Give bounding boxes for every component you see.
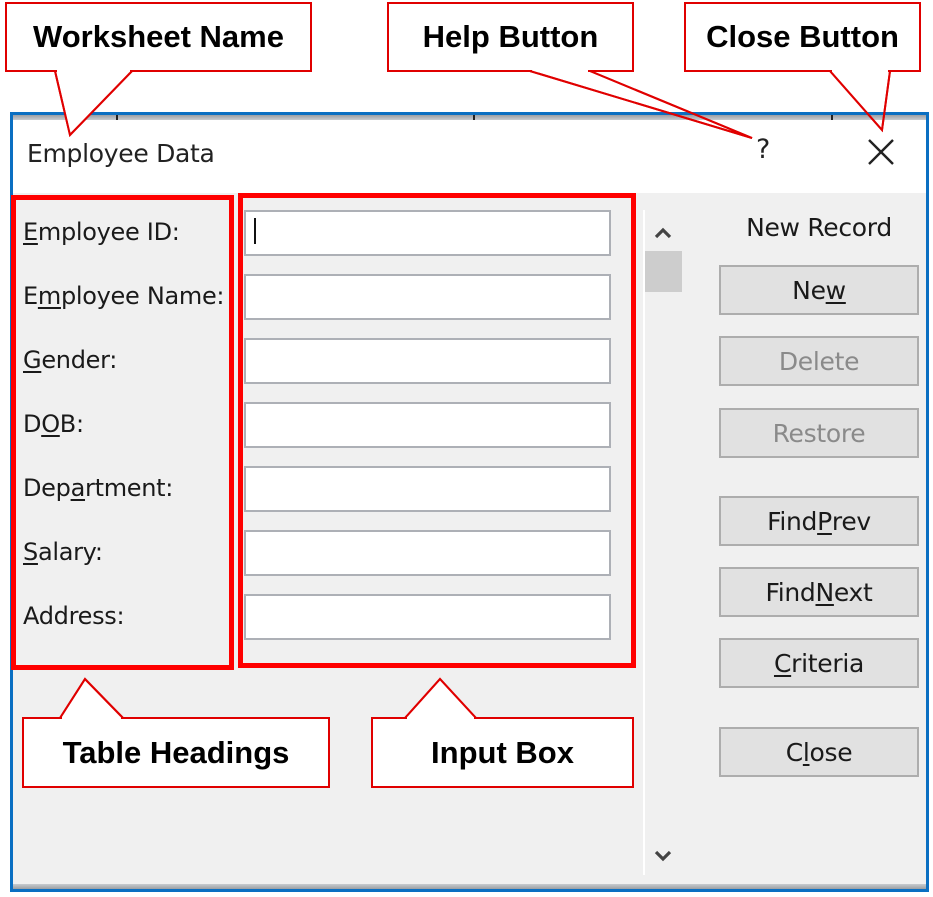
annotation-pointer-joins bbox=[54, 69, 891, 720]
